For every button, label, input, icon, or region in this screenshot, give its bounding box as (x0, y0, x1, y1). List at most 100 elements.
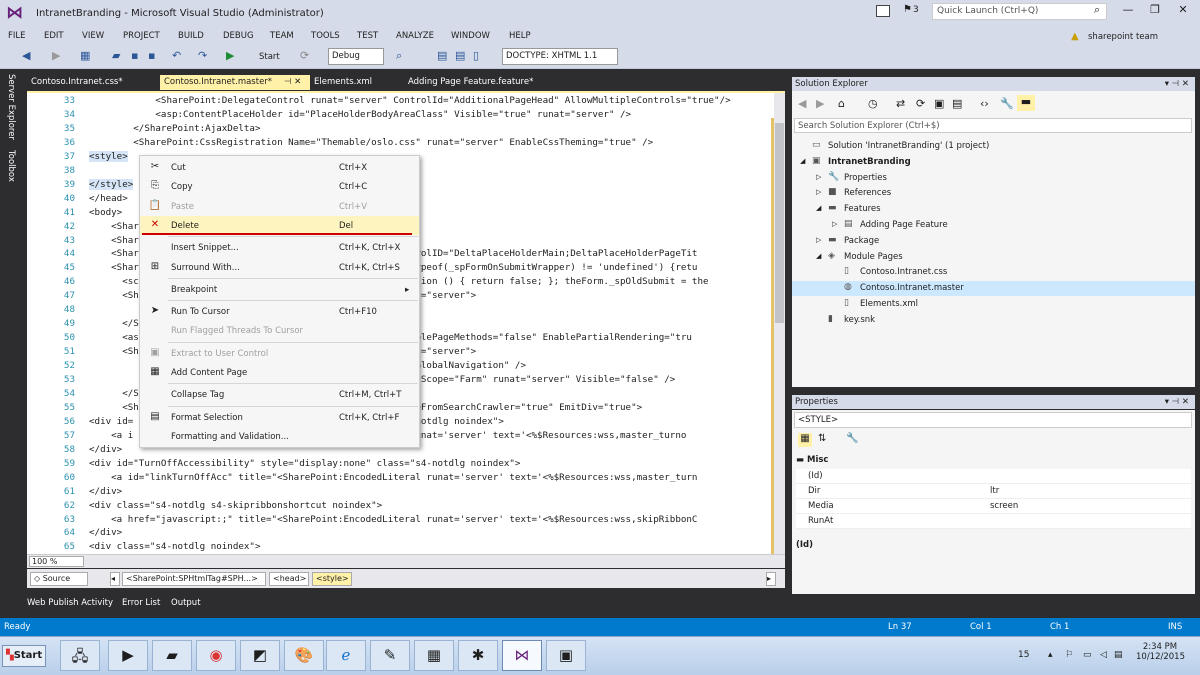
open-icon[interactable]: ▰ (112, 49, 120, 62)
menu-build[interactable]: BUILD (178, 31, 204, 41)
visual-studio-task-icon[interactable]: ⋈ (502, 640, 542, 671)
save-icon[interactable]: ▪ (131, 49, 138, 62)
sync-icon[interactable]: ⇄ (896, 97, 905, 110)
server-manager-icon[interactable]: 🖧 (60, 640, 100, 671)
minimize-button[interactable]: — (1118, 3, 1138, 16)
panel-controls-icon[interactable]: ▾ ⊣ ✕ (1165, 79, 1189, 89)
quick-launch-input[interactable]: Quick Launch (Ctrl+Q) (932, 3, 1107, 20)
code-line[interactable]: <a href="javascript:;" title="<SharePoin… (89, 514, 697, 525)
tree-node[interactable]: ▮ key.snk (792, 313, 1195, 328)
chrome-icon[interactable]: ◉ (196, 640, 236, 671)
tree-node[interactable]: ◢ ▣ IntranetBranding (792, 155, 1195, 170)
code-line[interactable]: </Sh (89, 318, 144, 329)
zoom-dropdown[interactable]: 100 % (29, 556, 84, 567)
menu-help[interactable]: HELP (509, 31, 531, 41)
code-line[interactable]: <div class="s4-notdlg noindex"> (89, 541, 260, 552)
configuration-dropdown[interactable]: Debug (328, 48, 384, 65)
misc-category[interactable]: ▬ Misc (796, 455, 828, 465)
alphabetical-icon[interactable]: ⇅ (818, 433, 826, 444)
context-item-formatting-and-validation[interactable]: Formatting and Validation... (140, 427, 419, 446)
tree-node[interactable]: ▯ Elements.xml (792, 297, 1195, 312)
code-line[interactable]: <style> (89, 150, 128, 162)
tree-node[interactable]: ▷ ▬ Package (792, 234, 1195, 249)
context-item-breakpoint[interactable]: Breakpoint ▸ (140, 280, 419, 299)
pending-changes-icon[interactable]: ◷ (868, 97, 878, 110)
doctype-dropdown[interactable]: DOCTYPE: XHTML 1.1 (502, 48, 618, 65)
preview-icon[interactable]: ▬ (1017, 95, 1035, 111)
collapse-all-icon[interactable]: ▣ (934, 97, 944, 110)
powershell-icon[interactable]: ▶ (108, 640, 148, 671)
uncomment-icon[interactable]: ▤ (455, 49, 465, 62)
context-item-copy[interactable]: ⎘ Copy Ctrl+C (140, 177, 419, 196)
context-item-run-to-cursor[interactable]: ➤ Run To Cursor Ctrl+F10 (140, 302, 419, 321)
tray-update-icon[interactable]: ▤ (1114, 650, 1123, 660)
toolbox-tab[interactable]: Toolbox (6, 150, 16, 182)
panel-controls-icon[interactable]: ▾ ⊣ ✕ (1165, 397, 1189, 407)
menu-window[interactable]: WINDOW (451, 31, 490, 41)
code-line[interactable]: <div class="s4-notdlg s4-skipribbonshort… (89, 500, 382, 511)
back-icon[interactable]: ◀ (798, 97, 806, 110)
notes-icon[interactable]: ◩ (240, 640, 280, 671)
menu-test[interactable]: TEST (357, 31, 378, 41)
tray-network-icon[interactable]: ▭ (1083, 650, 1092, 660)
tree-node[interactable]: ◢ ◈ Module Pages (792, 250, 1195, 265)
feedback-icon[interactable] (876, 5, 890, 17)
find-icon[interactable]: ⌕ (396, 49, 402, 63)
solution-search-input[interactable]: Search Solution Explorer (Ctrl+$) (794, 118, 1192, 133)
menu-edit[interactable]: EDIT (44, 31, 64, 41)
code-line[interactable]: </style> (89, 178, 134, 190)
tray-expand-icon[interactable]: ▴ (1048, 650, 1053, 660)
menu-analyze[interactable]: ANALYZE (396, 31, 434, 41)
context-item-delete[interactable]: ✕ Delete Del (140, 215, 419, 235)
fiddler-icon[interactable]: ✱ (458, 640, 498, 671)
user-name[interactable]: sharepoint team (1088, 32, 1158, 42)
expand-arrow-icon[interactable]: ▷ (816, 236, 821, 244)
breadcrumb-sphtmltag[interactable]: <SharePoint:SPHtmlTag#SPH...> (122, 572, 266, 586)
clock[interactable]: 2:34 PM 10/12/2015 (1136, 642, 1185, 662)
breadcrumb-left-icon[interactable]: ◂ (110, 572, 120, 586)
code-line[interactable]: </div> (89, 527, 122, 538)
context-item-surround-with[interactable]: ⊞ Surround With... Ctrl+K, Ctrl+S (140, 258, 419, 277)
code-line[interactable]: <a id="linkTurnOffAcc" title="<SharePoin… (89, 472, 697, 483)
categorized-icon[interactable]: ▦ (798, 433, 812, 447)
tab-error-list[interactable]: Error List (122, 598, 160, 608)
code-line[interactable]: <SharePoint:DelegateControl runat="serve… (89, 95, 730, 106)
refresh-icon[interactable]: ⟳ (300, 49, 309, 62)
tree-node[interactable]: ◍ Contoso.Intranet.master (792, 281, 1195, 297)
expand-arrow-icon[interactable]: ◢ (816, 252, 821, 260)
code-line[interactable]: <asp:ContentPlaceHolder id="PlaceHolderB… (89, 109, 631, 120)
property-row[interactable]: (Id) (796, 469, 1191, 484)
tab-output[interactable]: Output (171, 598, 201, 608)
expand-arrow-icon[interactable]: ◢ (800, 157, 805, 165)
start-button[interactable]: ▚Start (2, 645, 46, 667)
refresh-icon[interactable]: ⟳ (916, 97, 925, 110)
collapse-icon[interactable]: ▬ (796, 455, 807, 465)
menu-project[interactable]: PROJECT (123, 31, 160, 41)
paint-icon[interactable]: 🎨 (284, 640, 324, 671)
code-line[interactable]: <body> (89, 207, 122, 218)
pin-icon[interactable]: ⊣ ✕ (284, 77, 301, 87)
context-item-collapse-tag[interactable]: Collapse Tag Ctrl+M, Ctrl+T (140, 385, 419, 404)
tab-master[interactable]: Contoso.Intranet.master* ⊣ ✕ (160, 75, 310, 90)
expand-arrow-icon[interactable]: ▷ (816, 188, 821, 196)
property-row[interactable]: RunAt (796, 514, 1191, 529)
property-pages-icon[interactable]: 🔧 (846, 433, 858, 444)
server-explorer-tab[interactable]: Server Explorer (6, 74, 16, 140)
expand-arrow-icon[interactable]: ◢ (816, 204, 821, 212)
tab-css[interactable]: Contoso.Intranet.css* (27, 75, 160, 90)
menu-view[interactable]: VIEW (82, 31, 104, 41)
code-line[interactable]: <Share (89, 221, 144, 232)
internet-explorer-icon[interactable]: ℯ (326, 640, 366, 671)
code-line[interactable]: <SharePoint:CssRegistration Name="Themab… (89, 137, 653, 148)
forward-icon[interactable]: ▶ (816, 97, 824, 110)
expand-arrow-icon[interactable]: ▷ (832, 220, 837, 228)
tree-node[interactable]: ▷ ■ References (792, 186, 1195, 201)
context-item-insert-snippet[interactable]: Insert Snippet... Ctrl+K, Ctrl+X (140, 238, 419, 257)
search-icon[interactable]: ⌕ (1094, 3, 1100, 17)
code-line[interactable]: </SharePoint:AjaxDelta> (89, 123, 260, 134)
show-all-files-icon[interactable]: ▤ (952, 97, 962, 110)
maximize-button[interactable]: ❐ (1145, 3, 1165, 16)
comment-icon[interactable]: ▤ (437, 49, 447, 62)
redo-icon[interactable]: ↷ (198, 49, 207, 62)
close-button[interactable]: ✕ (1173, 3, 1193, 16)
